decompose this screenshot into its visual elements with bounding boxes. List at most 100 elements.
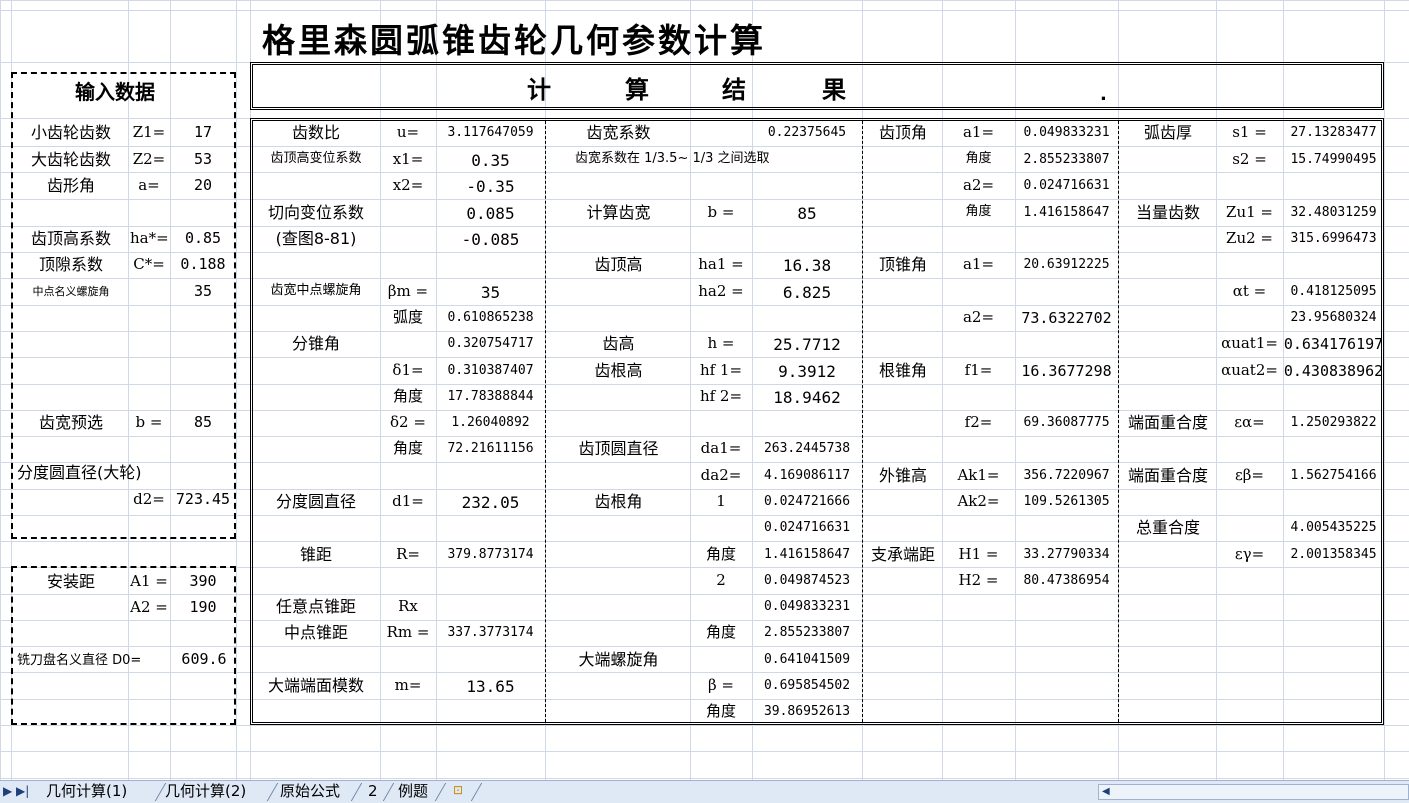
col4-label: 端面重合度	[1127, 466, 1208, 485]
col1-value: 0.320754717	[447, 336, 534, 351]
face-width-value: 85	[193, 413, 213, 431]
col1-label: 齿顶高变位系数	[270, 151, 362, 166]
col2-value: 263.2445738	[763, 441, 851, 456]
col4-value: 0.430838962	[1283, 362, 1384, 380]
col3-symbol: H1 =	[958, 545, 999, 563]
col2-value: 9.3912	[778, 362, 836, 381]
col2-symbol: hf 2=	[699, 387, 743, 405]
col2-symbol: 角度	[705, 623, 736, 641]
col2-symbol: 1	[716, 492, 726, 510]
col2-label: 齿高	[602, 334, 635, 353]
input-label: 小齿轮齿数	[30, 123, 111, 142]
col4-value: 23.95680324	[1290, 310, 1377, 325]
input-label: 齿顶高系数	[30, 229, 111, 248]
col2-value: 25.7712	[773, 335, 841, 354]
tab-geometry-2[interactable]: 几何计算(2)	[165, 781, 246, 801]
col1-value: 3.117647059	[447, 125, 534, 140]
col1-label: 中点锥距	[283, 623, 348, 642]
col1-symbol: βm =	[387, 282, 429, 300]
col4-value: 315.6996473	[1290, 231, 1377, 246]
col1-symbol: R=	[396, 545, 420, 563]
input-value: 35	[193, 282, 213, 300]
col2-label: 齿根角	[594, 492, 643, 511]
col1-symbol: m=	[394, 676, 422, 694]
col1-value: 379.8773174	[447, 547, 534, 562]
col1-value: 337.3773174	[447, 625, 534, 640]
col1-symbol: x1=	[392, 150, 424, 168]
col1-value: -0.35	[466, 177, 515, 196]
col2-label: 齿根高	[594, 361, 643, 380]
col1-symbol: d1=	[392, 492, 424, 510]
input-symbol: ha*=	[130, 229, 169, 247]
col1-value: 0.085	[466, 204, 515, 223]
col2-value: 0.024721666	[763, 494, 851, 509]
col3-symbol: 角度	[965, 151, 992, 166]
col4-label: 总重合度	[1135, 518, 1200, 537]
col1-symbol: u=	[396, 123, 420, 141]
col4-symbol: Zu2 =	[1226, 229, 1273, 247]
result-header-dot: .	[1100, 84, 1107, 105]
col1-symbol: Rx	[398, 597, 418, 615]
col3-symbol: 角度	[965, 204, 992, 219]
col2-value: 18.9462	[773, 388, 841, 407]
col1-symbol: 角度	[392, 439, 423, 457]
col2-label: 大端螺旋角	[578, 650, 659, 669]
tab-geometry-1[interactable]: 几何计算(1)	[46, 781, 127, 801]
scroll-left-icon[interactable]: ◀	[1102, 787, 1110, 797]
col1-label: 齿数比	[291, 123, 340, 142]
col1-value: 1.26040892	[451, 415, 530, 430]
col1-label: 大端端面模数	[267, 676, 364, 695]
col3-symbol: f1=	[964, 361, 993, 379]
input-value: 0.188	[180, 255, 226, 273]
col4-label: 弧齿厚	[1143, 123, 1192, 142]
pitch-diameter-value: 723.45	[175, 490, 231, 508]
col4-symbol: s1 =	[1232, 123, 1267, 141]
column-divider	[862, 121, 863, 722]
col3-symbol: a1=	[962, 123, 995, 141]
col3-value: 0.024716631	[1023, 178, 1110, 193]
input-value: 17	[193, 123, 213, 141]
tab-2[interactable]: 2	[368, 781, 378, 801]
tab-example[interactable]: 例题	[398, 781, 428, 801]
col2-symbol: b =	[707, 203, 735, 221]
col2-label: 计算齿宽	[586, 203, 651, 222]
input-symbol: a=	[138, 176, 160, 194]
col4-label: 当量齿数	[1135, 203, 1200, 222]
col3-symbol: a2=	[962, 176, 995, 194]
col3-value: 2.855233807	[1023, 152, 1110, 167]
pitch-diameter-symbol: d2=	[133, 490, 165, 508]
col2-symbol: hf 1=	[699, 361, 743, 379]
col2-value: 0.641041509	[763, 652, 851, 667]
result-header-char-4: 果	[822, 75, 846, 104]
col1-label: (查图8-81)	[275, 229, 357, 248]
col2-value: 0.695854502	[763, 678, 851, 693]
col4-value: 1.562754166	[1290, 468, 1377, 483]
col2-symbol: ha2 =	[698, 282, 744, 300]
col1-label: 齿宽中点螺旋角	[270, 283, 362, 298]
col2-symbol: da2=	[700, 466, 742, 484]
col2-symbol: β =	[707, 676, 734, 694]
tab-scroll-last-icon[interactable]: ▶|	[16, 785, 29, 797]
col3-label: 顶锥角	[878, 255, 927, 274]
col4-symbol: αuat1=	[1221, 334, 1278, 352]
tab-original-formula[interactable]: 原始公式	[280, 781, 340, 801]
col1-value: 0.310387407	[447, 363, 534, 378]
col3-value: 1.416158647	[1023, 205, 1110, 220]
result-header-char-1: 计	[527, 75, 551, 104]
col2-symbol: ha1 =	[698, 255, 744, 273]
col1-label: 分锥角	[291, 334, 340, 353]
col4-symbol: εα=	[1234, 413, 1265, 431]
tab-scroll-next-icon[interactable]: ▶	[3, 785, 12, 797]
col1-symbol: δ2 =	[390, 413, 426, 431]
col1-value: 13.65	[466, 677, 515, 696]
result-header-box	[250, 62, 1384, 110]
col3-label: 支承端距	[870, 545, 935, 564]
input-value: 53	[193, 150, 213, 168]
horizontal-scrollbar[interactable]: ◀	[1098, 784, 1409, 800]
col1-value: 232.05	[461, 493, 520, 512]
input-label: 中点名义螺旋角	[32, 285, 110, 298]
col1-value: 35	[480, 283, 501, 302]
col3-symbol: H2 =	[958, 571, 999, 589]
insert-sheet-icon[interactable]: ⊡	[453, 784, 463, 796]
col1-value: 0.610865238	[447, 310, 534, 325]
